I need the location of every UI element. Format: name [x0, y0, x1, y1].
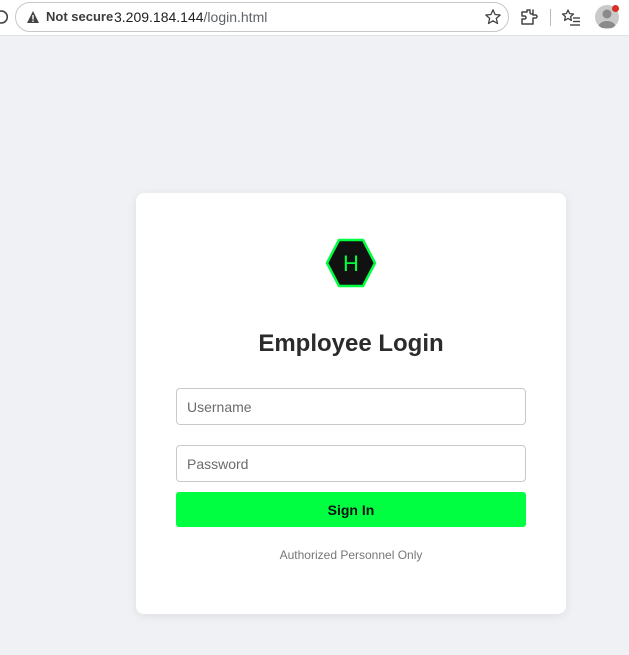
username-input[interactable]	[176, 388, 526, 425]
browser-toolbar: Not secure 3.209.184.144/login.html	[0, 0, 629, 36]
url-text[interactable]: 3.209.184.144/login.html	[114, 9, 267, 25]
url-host: 3.209.184.144	[114, 9, 204, 25]
extensions-icon[interactable]	[520, 8, 539, 27]
login-card: H Employee Login Sign In Authorized Pers…	[136, 193, 566, 614]
sign-in-button[interactable]: Sign In	[176, 492, 526, 527]
security-label[interactable]: Not secure	[46, 9, 113, 25]
password-input[interactable]	[176, 445, 526, 482]
logo-letter: H	[343, 251, 359, 276]
page-title: Employee Login	[258, 330, 444, 357]
address-bar[interactable]: Not secure 3.209.184.144/login.html	[15, 2, 509, 32]
authorized-notice: Authorized Personnel Only	[279, 548, 423, 562]
warning-icon[interactable]	[26, 10, 40, 24]
reload-icon[interactable]	[0, 8, 9, 26]
favorites-icon[interactable]	[561, 8, 581, 27]
bookmark-star-icon[interactable]	[484, 8, 502, 26]
hexagon-logo-icon: H	[324, 236, 378, 290]
toolbar-divider	[550, 9, 551, 26]
notification-dot	[612, 5, 619, 12]
url-path: /login.html	[203, 9, 268, 25]
